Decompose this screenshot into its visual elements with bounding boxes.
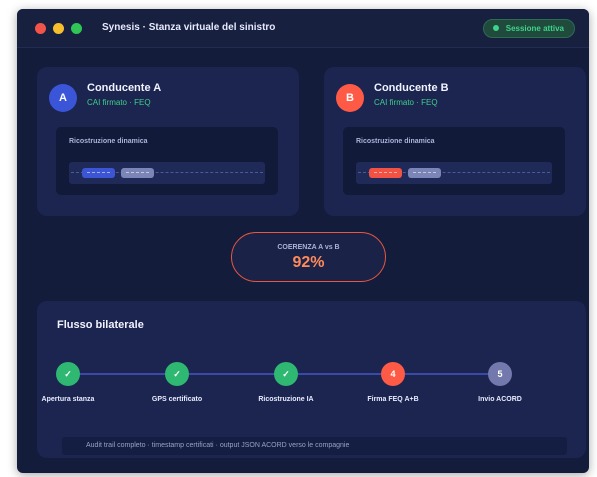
other-vehicle-icon bbox=[121, 168, 154, 178]
driver-a-name: Conducente A bbox=[87, 82, 162, 94]
driver-b-reconstruction-label: Ricostruzione dinamica bbox=[356, 138, 435, 145]
flow-step-2: ✓ GPS certificato bbox=[127, 362, 227, 403]
flow-step-label: Apertura stanza bbox=[41, 396, 95, 403]
other-vehicle-icon bbox=[408, 168, 441, 178]
driver-b-feq-status: FEQ bbox=[421, 98, 438, 107]
driver-b-status: CAI firmato · FEQ bbox=[374, 98, 438, 107]
check-icon: ✓ bbox=[165, 362, 189, 386]
driver-b-status-separator: · bbox=[416, 98, 419, 107]
flow-step-5: 5 Invio ACORD bbox=[450, 362, 550, 403]
driver-b-cai-status: CAI firmato bbox=[374, 98, 415, 107]
session-status-label: Sessione attiva bbox=[505, 24, 564, 33]
driver-b-vehicle-icon bbox=[369, 168, 402, 178]
minimize-window-button[interactable] bbox=[53, 23, 64, 34]
flow-step-label: GPS certificato bbox=[151, 396, 203, 403]
driver-a-status-separator: · bbox=[129, 98, 132, 107]
driver-a-cai-status: CAI firmato bbox=[87, 98, 128, 107]
driver-a-status: CAI firmato · FEQ bbox=[87, 98, 151, 107]
driver-b-reconstruction-panel: Ricostruzione dinamica bbox=[343, 127, 565, 195]
driver-a-card: A Conducente A CAI firmato · FEQ Ricostr… bbox=[37, 67, 299, 216]
flow-step-1: ✓ Apertura stanza bbox=[18, 362, 118, 403]
driver-b-card: B Conducente B CAI firmato · FEQ Ricostr… bbox=[324, 67, 586, 216]
flow-step-label: Invio ACORD bbox=[478, 396, 522, 403]
driver-b-road-lane bbox=[356, 162, 552, 184]
app-window: Synesis · Stanza virtuale del sinistro S… bbox=[17, 9, 589, 473]
session-status-badge: Sessione attiva bbox=[482, 19, 575, 38]
driver-a-feq-status: FEQ bbox=[134, 98, 151, 107]
audit-trail-note: Audit trail completo · timestamp certifi… bbox=[62, 437, 567, 455]
driver-a-road-lane bbox=[69, 162, 265, 184]
step-number-badge: 5 bbox=[488, 362, 512, 386]
coherence-label: COERENZA A vs B bbox=[277, 244, 340, 251]
driver-a-reconstruction-label: Ricostruzione dinamica bbox=[69, 138, 148, 145]
flow-step-3: ✓ Ricostruzione IA bbox=[236, 362, 336, 403]
window-title: Synesis · Stanza virtuale del sinistro bbox=[102, 22, 276, 33]
coherence-value: 92% bbox=[292, 254, 325, 271]
driver-a-vehicle-icon bbox=[82, 168, 115, 178]
driver-b-avatar: B bbox=[336, 84, 364, 112]
check-icon: ✓ bbox=[274, 362, 298, 386]
flow-step-label: Firma FEQ A+B bbox=[367, 396, 419, 403]
flow-step-label: Ricostruzione IA bbox=[258, 396, 314, 403]
close-window-button[interactable] bbox=[35, 23, 46, 34]
maximize-window-button[interactable] bbox=[71, 23, 82, 34]
flow-title: Flusso bilaterale bbox=[57, 319, 144, 331]
driver-a-reconstruction-panel: Ricostruzione dinamica bbox=[56, 127, 278, 195]
flow-step-4: 4 Firma FEQ A+B bbox=[343, 362, 443, 403]
bilateral-flow-panel: Flusso bilaterale ✓ Apertura stanza ✓ GP… bbox=[37, 301, 586, 458]
coherence-score-pill: COERENZA A vs B 92% bbox=[231, 232, 386, 282]
check-icon: ✓ bbox=[56, 362, 80, 386]
driver-a-avatar: A bbox=[49, 84, 77, 112]
step-number-badge: 4 bbox=[381, 362, 405, 386]
status-dot-icon bbox=[492, 25, 499, 31]
title-bar: Synesis · Stanza virtuale del sinistro S… bbox=[17, 9, 589, 48]
driver-b-name: Conducente B bbox=[374, 82, 449, 94]
